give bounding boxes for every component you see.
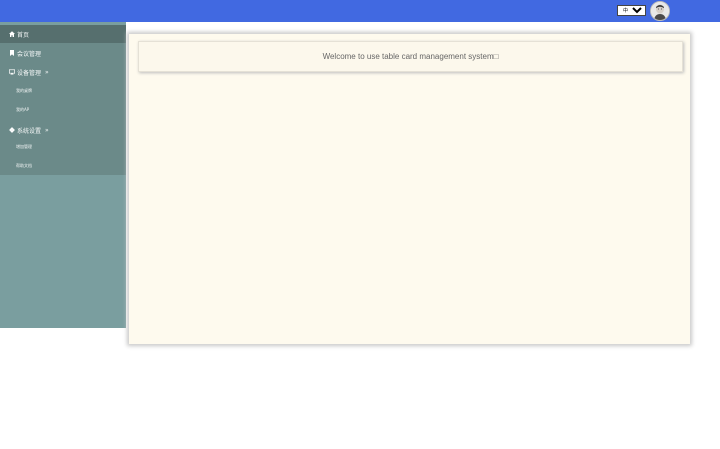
sidebar-subitem-my-table-cards[interactable]: 我的桌牌	[16, 84, 116, 98]
sidebar-menu: 首页 会议管理 设备管理 » 我的桌牌 我的AP 系统设置 » 增加管理 帮助文…	[0, 25, 126, 175]
sidebar-item-label: 会议管理	[17, 50, 42, 58]
sidebar-item-label: 系统设置	[17, 127, 42, 135]
user-avatar[interactable]	[650, 1, 670, 21]
expand-arrow-icon: »	[45, 126, 49, 134]
welcome-message: Welcome to use table card management sys…	[322, 52, 499, 61]
sidebar-subitem-admin-manage[interactable]: 增加管理	[16, 140, 116, 154]
sidebar-item-label: 设备管理	[17, 69, 42, 77]
sidebar: 首页 会议管理 设备管理 » 我的桌牌 我的AP 系统设置 » 增加管理 帮助文…	[0, 22, 126, 328]
sidebar-item-label: 首页	[17, 31, 30, 39]
sidebar-item-settings[interactable]: 系统设置 »	[0, 121, 126, 139]
sidebar-item-devices[interactable]: 设备管理 »	[0, 63, 126, 81]
sidebar-item-meetings[interactable]: 会议管理	[0, 44, 126, 62]
sidebar-subitem-help-docs[interactable]: 帮助文档	[16, 159, 116, 173]
main-content-panel: Welcome to use table card management sys…	[129, 34, 690, 344]
sidebar-item-home[interactable]: 首页	[0, 25, 126, 43]
welcome-card: Welcome to use table card management sys…	[138, 41, 683, 72]
monitor-icon	[9, 69, 15, 75]
sidebar-subitem-my-ap[interactable]: 我的AP	[16, 103, 116, 117]
bookmark-icon	[9, 50, 15, 56]
language-select[interactable]: 中文简体	[617, 5, 646, 16]
top-bar: 中文简体	[0, 0, 720, 22]
gear-icon	[9, 127, 15, 133]
home-icon	[9, 31, 15, 37]
avatar-portrait-icon	[651, 2, 669, 20]
expand-arrow-icon: »	[45, 68, 49, 76]
